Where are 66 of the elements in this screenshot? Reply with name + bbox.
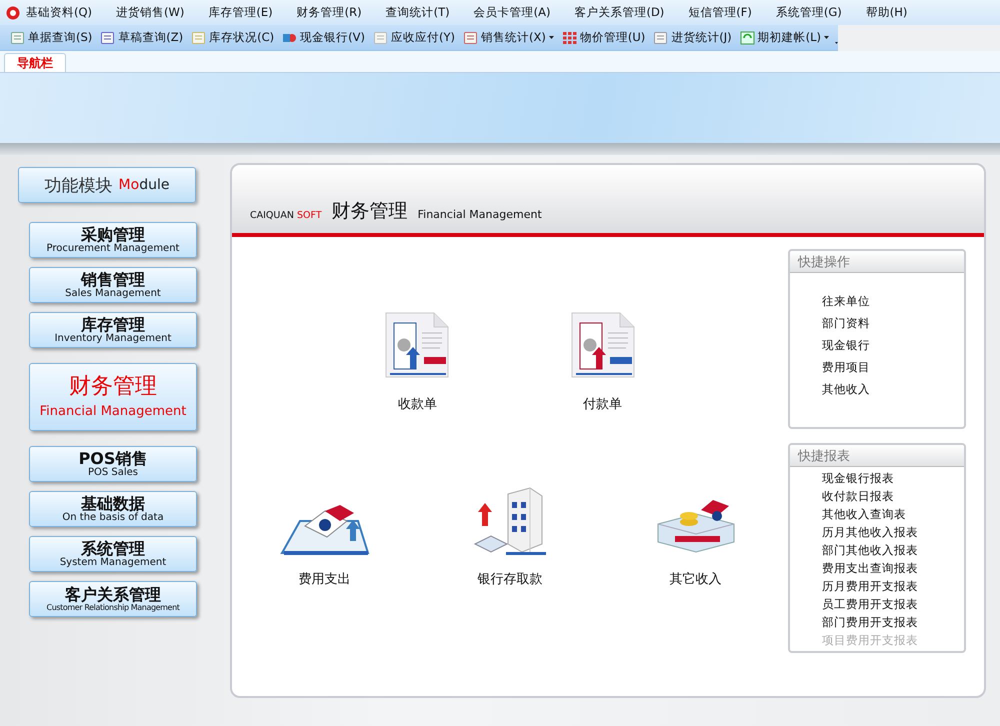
function-button[interactable]: 其它收入 xyxy=(602,484,788,588)
module-button[interactable]: 库存管理 Inventory Management xyxy=(29,312,197,348)
menu-item[interactable]: 基础资料(Q) xyxy=(20,5,104,20)
panel-heading: 快捷操作 xyxy=(790,251,964,273)
module-button[interactable]: 财务管理 Financial Management xyxy=(29,363,197,431)
quick-action-link[interactable]: 费用项目 xyxy=(822,359,964,376)
function-button[interactable]: 收款单 xyxy=(324,309,510,413)
toolbar-icon xyxy=(191,30,206,44)
quick-action-link[interactable]: 部门资料 xyxy=(822,315,964,332)
toolbar-button[interactable]: 进货统计(J) xyxy=(651,30,734,45)
quick-action-link[interactable]: 往来单位 xyxy=(822,293,964,310)
menu-item[interactable]: 查询统计(T) xyxy=(374,5,462,20)
toolbar-button[interactable]: 销售统计(X) xyxy=(461,30,556,45)
toolbar-icon xyxy=(740,30,755,44)
toolbar-button[interactable]: 期初建帐(L) xyxy=(738,30,832,45)
menu-item[interactable]: 进货销售(W) xyxy=(104,5,196,20)
toolbar-button[interactable]: 单据查询(S) xyxy=(8,30,94,45)
report-link[interactable]: 其他收入查询表 xyxy=(822,505,964,523)
toolbar-icon xyxy=(10,30,25,44)
module-button[interactable]: 客户关系管理 Customer Relationship Management xyxy=(29,581,197,617)
menu-item[interactable]: 财务管理(R) xyxy=(284,5,374,20)
toolbar-icon xyxy=(562,30,577,44)
module-button[interactable]: 系统管理 System Management xyxy=(29,536,197,572)
function-button[interactable]: 银行存取款 xyxy=(417,484,603,588)
quick-action-link[interactable]: 现金银行 xyxy=(822,337,964,354)
panel-subtitle: Financial Management xyxy=(418,208,542,221)
toolbar-button[interactable]: 草稿查询(Z) xyxy=(98,30,186,45)
report-link[interactable]: 部门其他收入报表 xyxy=(822,541,964,559)
report-link[interactable]: 收付款日报表 xyxy=(822,487,964,505)
caret-icon xyxy=(824,36,830,39)
menu-item[interactable]: 帮助(H) xyxy=(854,5,920,20)
report-link[interactable]: 部门费用开支报表 xyxy=(822,613,964,631)
report-link[interactable]: 历月费用开支报表 xyxy=(822,577,964,595)
function-button[interactable]: 费用支出 xyxy=(232,484,418,588)
toolbar-icon xyxy=(653,30,668,44)
caret-icon xyxy=(548,36,554,39)
module-header-title: 功能模块 xyxy=(44,174,113,196)
menu-item[interactable]: 会员卡管理(A) xyxy=(462,5,562,20)
menu-item[interactable]: 客户关系管理(D) xyxy=(562,5,676,20)
toolbar-icon xyxy=(100,30,116,44)
panel-title: 财务管理 xyxy=(332,202,408,221)
quick-action-link[interactable]: 其他收入 xyxy=(822,381,964,398)
overflow-caret-icon[interactable] xyxy=(835,40,838,44)
module-button[interactable]: POS销售 POS Sales xyxy=(29,446,197,482)
module-button[interactable]: 采购管理 Procurement Management xyxy=(29,222,197,258)
toolbar-button[interactable]: 应收应付(Y) xyxy=(371,30,457,45)
report-link[interactable]: 费用支出查询报表 xyxy=(822,559,964,577)
menu-item[interactable]: 短信管理(F) xyxy=(676,5,764,20)
module-button[interactable]: 销售管理 Sales Management xyxy=(29,267,197,303)
module-button[interactable]: 基础数据 On the basis of data xyxy=(29,491,197,527)
function-button[interactable]: 付款单 xyxy=(510,309,696,413)
brand-label: CAIQUAN SOFT xyxy=(250,210,322,221)
report-link[interactable]: 现金银行报表 xyxy=(822,469,964,487)
report-link[interactable]: 历月其他收入报表 xyxy=(822,523,964,541)
report-link[interactable]: 员工费用开支报表 xyxy=(822,595,964,613)
toolbar-button[interactable]: 库存状况(C) xyxy=(189,30,276,45)
toolbar-icon xyxy=(463,30,478,44)
panel-heading: 快捷报表 xyxy=(790,445,964,467)
module-header-label: Module xyxy=(118,177,170,193)
menu-item[interactable]: 系统管理(G) xyxy=(764,5,854,20)
navigation-tab[interactable]: 导航栏 xyxy=(4,53,66,72)
toolbar-button[interactable]: 现金银行(V) xyxy=(280,30,367,45)
menu-item[interactable]: 库存管理(E) xyxy=(196,5,285,20)
toolbar-icon xyxy=(373,30,388,44)
toolbar-button[interactable]: 物价管理(U) xyxy=(560,30,648,45)
app-logo-icon xyxy=(6,6,20,20)
